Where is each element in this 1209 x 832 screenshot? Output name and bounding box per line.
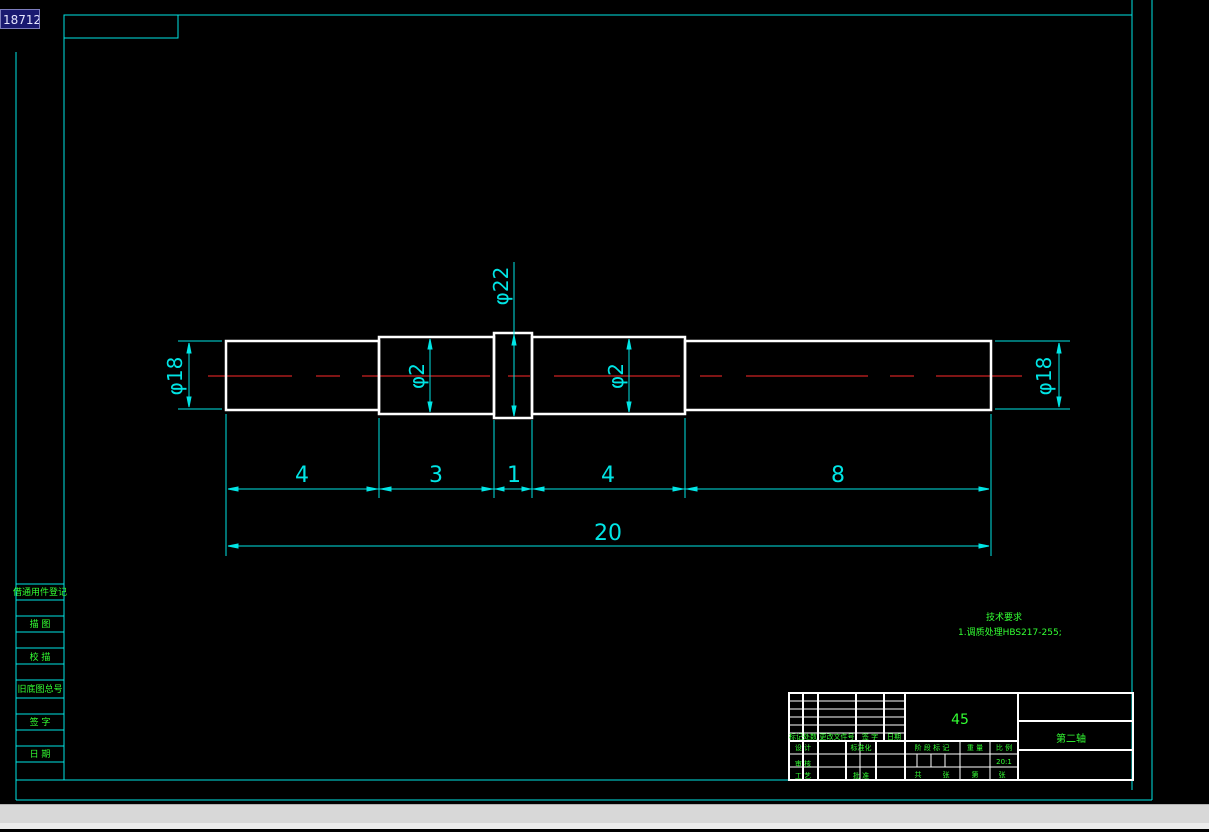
side-row-3: 校 描: [30, 651, 51, 663]
role-row-1: 设 计: [795, 743, 811, 752]
corner-box: [63, 14, 179, 39]
drawing-canvas[interactable]: 4 3 1 4 8 20 φ18 φ2 φ22 φ2 φ18 技术要求 1.调质…: [0, 0, 1209, 828]
approve-label: 批 准: [853, 771, 869, 780]
rev-col-1: 标记: [789, 732, 803, 741]
rev-col-5: 日期: [887, 733, 901, 741]
dim-dia-left-end: φ18: [163, 357, 187, 396]
material-label: 45: [951, 712, 969, 728]
sheet-label-a: 共: [915, 770, 922, 779]
dim-len-1: 4: [295, 463, 309, 488]
dim-dia-collar: φ22: [489, 267, 513, 306]
dim-len-2: 3: [429, 463, 443, 488]
side-block: 借通用件登记 描 图 校 描 旧底图总号 签 字 日 期: [13, 583, 67, 781]
sheet-label-c: 第: [972, 770, 979, 779]
dim-len-5: 8: [831, 463, 845, 488]
side-row-4: 旧底图总号: [17, 683, 62, 695]
role-row-3: 工 艺: [795, 772, 811, 780]
stage-header: 阶 段 标 记: [915, 743, 950, 752]
part-name: 第二轴: [1056, 732, 1086, 745]
side-row-6: 日 期: [30, 749, 51, 760]
role-row-2: 审 核: [795, 759, 811, 768]
dim-overall: 20: [594, 521, 622, 546]
tech-req-heading: 技术要求: [986, 611, 1022, 623]
scale-value: 20:1: [996, 758, 1012, 766]
drawing-frame: [15, 0, 1153, 801]
title-block[interactable]: 标记 处数 更改文件号 签 字 日期 设 计 审 核 工 艺 标准化 批 准 阶…: [788, 692, 1134, 781]
side-row-1: 借通用件登记: [13, 586, 67, 598]
rev-col-3: 更改文件号: [820, 732, 855, 741]
dim-dia-right-step: φ2: [604, 363, 628, 389]
scale-header: 比 例: [996, 743, 1012, 752]
tech-req-line1: 1.调质处理HBS217-255;: [958, 626, 1062, 638]
dimension-texts: 4 3 1 4 8 20 φ18 φ2 φ22 φ2 φ18: [163, 267, 1056, 546]
dim-len-3: 1: [507, 463, 521, 488]
dim-len-4: 4: [601, 463, 615, 488]
status-bar-track: [0, 823, 1209, 829]
dim-dia-left-step: φ2: [405, 363, 429, 389]
side-row-2: 描 图: [30, 618, 51, 630]
sheet-label-b: 张: [943, 770, 950, 779]
dim-dia-right-end: φ18: [1032, 357, 1056, 396]
rev-col-4: 签 字: [862, 732, 878, 741]
cad-viewport[interactable]: 4 3 1 4 8 20 φ18 φ2 φ22 φ2 φ18 技术要求 1.调质…: [0, 0, 1209, 828]
sheet-label-d: 张: [999, 770, 1006, 779]
status-bar: [0, 804, 1209, 829]
coordinate-readout: 18712: [0, 9, 40, 29]
weight-header: 重 量: [967, 744, 983, 752]
tech-requirements: 技术要求 1.调质处理HBS217-255;: [958, 611, 1062, 638]
std-label: 标准化: [851, 743, 872, 752]
rev-col-2: 处数: [803, 732, 817, 741]
side-row-5: 签 字: [30, 716, 51, 728]
